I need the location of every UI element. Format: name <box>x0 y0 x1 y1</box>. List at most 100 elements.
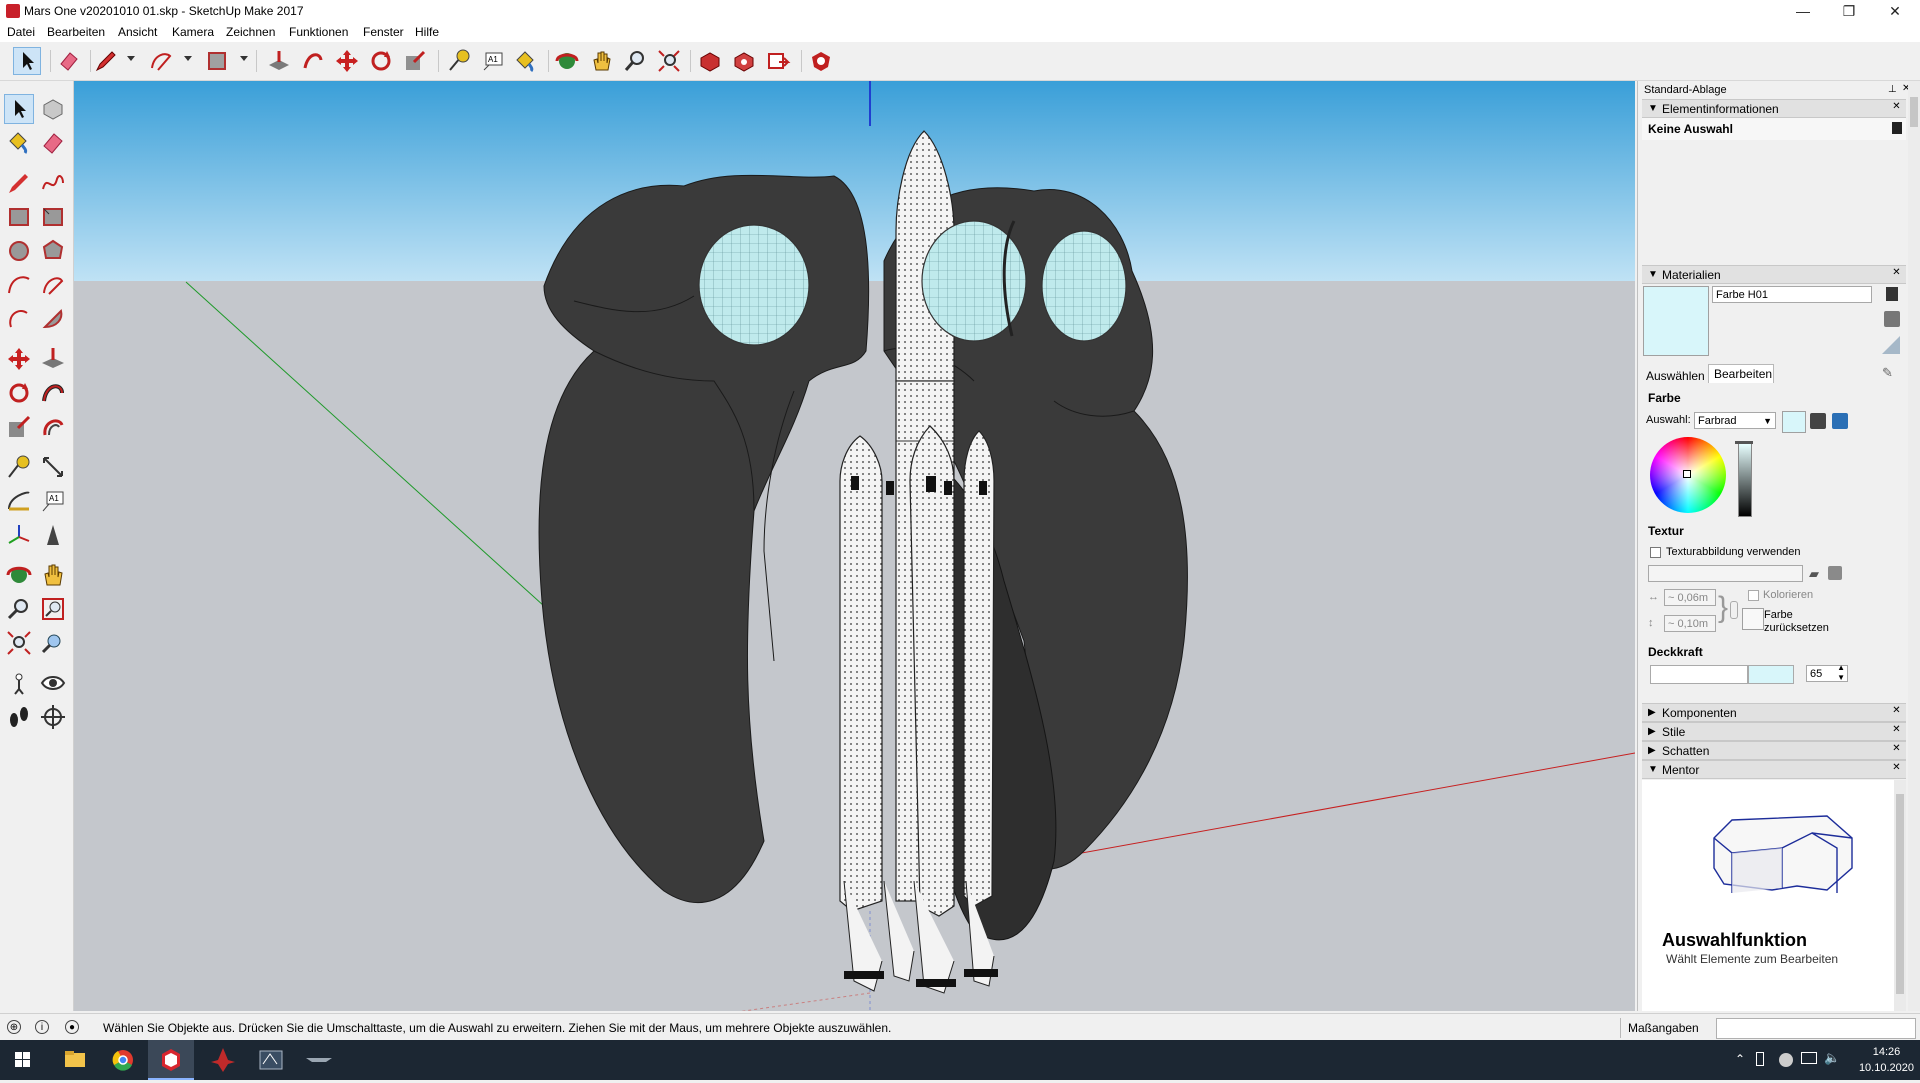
push-pull-icon[interactable] <box>39 345 67 373</box>
rectangle-icon[interactable] <box>204 48 230 74</box>
select-tool-icon[interactable] <box>13 47 41 75</box>
two-point-arc-icon[interactable] <box>39 271 67 299</box>
paint-bucket-icon[interactable] <box>5 129 33 157</box>
minimize-button[interactable]: — <box>1780 0 1826 22</box>
menu-funktionen[interactable]: Funktionen <box>289 25 348 39</box>
info-icon[interactable]: i <box>35 1020 49 1034</box>
mentor-scrollbar-thumb[interactable] <box>1896 794 1904 994</box>
panel-close-icon[interactable]: ✕ <box>1891 743 1902 754</box>
section-plane-icon[interactable] <box>39 703 67 731</box>
text-icon[interactable]: A1 <box>480 48 506 74</box>
push-pull-icon[interactable] <box>266 48 292 74</box>
position-camera-icon[interactable] <box>5 669 33 697</box>
spacecraft-app-icon[interactable] <box>200 1040 246 1080</box>
material-details-icon[interactable] <box>1886 287 1898 301</box>
zoom-window-icon[interactable] <box>39 595 67 623</box>
freehand-icon[interactable] <box>39 169 67 197</box>
menu-zeichnen[interactable]: Zeichnen <box>226 25 275 39</box>
line-dropdown-icon[interactable] <box>127 56 135 61</box>
scale-icon[interactable] <box>5 413 33 441</box>
axes-icon[interactable] <box>5 521 33 549</box>
select-icon[interactable] <box>4 94 34 124</box>
zoom-extents-icon[interactable] <box>5 629 33 657</box>
brightness-slider[interactable] <box>1738 443 1752 517</box>
scale-icon[interactable] <box>402 48 428 74</box>
protractor-icon[interactable] <box>5 487 33 515</box>
orbit-icon[interactable] <box>5 561 33 589</box>
menu-kamera[interactable]: Kamera <box>172 25 214 39</box>
app-tray-icon[interactable] <box>1779 1053 1793 1067</box>
pan-icon[interactable] <box>588 48 614 74</box>
arc-icon[interactable] <box>148 48 174 74</box>
pan-icon[interactable] <box>39 561 67 589</box>
polygon-icon[interactable] <box>39 237 67 265</box>
menu-hilfe[interactable]: Hilfe <box>415 25 439 39</box>
shadows-header[interactable]: ▶ Schatten ✕ <box>1642 741 1906 760</box>
chain-link-icon[interactable] <box>1730 601 1738 619</box>
rotated-rectangle-icon[interactable] <box>39 203 67 231</box>
rotate-icon[interactable] <box>368 48 394 74</box>
mentor-scrollbar[interactable] <box>1894 780 1906 1011</box>
3d-warehouse-icon[interactable] <box>697 48 723 74</box>
network-icon[interactable] <box>1801 1052 1817 1064</box>
chrome-icon[interactable] <box>100 1040 146 1080</box>
pin-icon[interactable]: ⊥ <box>1888 84 1897 95</box>
create-material-icon[interactable] <box>1884 311 1900 327</box>
offset-icon[interactable] <box>39 413 67 441</box>
tray-chevron-icon[interactable]: ⌃ <box>1735 1052 1745 1066</box>
components-header[interactable]: ▶ Komponenten ✕ <box>1642 703 1906 722</box>
model-viewport[interactable] <box>74 81 1635 1011</box>
dimension-icon[interactable] <box>39 453 67 481</box>
extension-warehouse-icon[interactable] <box>731 48 757 74</box>
tab-auswaehlen[interactable]: Auswählen <box>1646 369 1705 383</box>
send-to-layout-icon[interactable] <box>765 48 791 74</box>
orbit-icon[interactable] <box>554 48 580 74</box>
arc-icon[interactable] <box>5 271 33 299</box>
pie-icon[interactable] <box>39 305 67 333</box>
move-icon[interactable] <box>5 345 33 373</box>
spinner-arrows-icon[interactable]: ▲ ▼ <box>1837 663 1845 683</box>
taskbar-clock[interactable]: 14:26 10.10.2020 <box>1859 1044 1914 1076</box>
make-component-icon[interactable] <box>39 95 67 123</box>
usb-device-icon[interactable] <box>1756 1052 1764 1066</box>
match-model-color-icon[interactable] <box>1810 413 1826 429</box>
opacity-slider-track[interactable] <box>1650 665 1748 684</box>
zoom-extents-icon[interactable] <box>656 48 682 74</box>
styles-header[interactable]: ▶ Stile ✕ <box>1642 722 1906 741</box>
move-icon[interactable] <box>334 48 360 74</box>
pencil-icon[interactable] <box>93 48 119 74</box>
previous-view-icon[interactable] <box>39 629 67 657</box>
opacity-value-input[interactable]: 65 ▲ ▼ <box>1806 663 1848 683</box>
tray-scrollbar[interactable] <box>1908 81 1920 1011</box>
look-around-icon[interactable] <box>39 669 67 697</box>
menu-bearbeiten[interactable]: Bearbeiten <box>47 25 105 39</box>
close-button[interactable]: ✕ <box>1872 0 1918 22</box>
sample-paint-icon[interactable] <box>1882 336 1900 354</box>
panel-close-icon[interactable]: ✕ <box>1891 705 1902 716</box>
measurements-input[interactable] <box>1716 1018 1916 1039</box>
user-icon[interactable]: ● <box>65 1020 79 1034</box>
rotate-icon[interactable] <box>5 379 33 407</box>
texture-path-input[interactable] <box>1648 565 1803 582</box>
tab-bearbeiten[interactable]: Bearbeiten <box>1714 367 1772 381</box>
texture-width-input[interactable]: ~ 0,06m <box>1664 589 1716 606</box>
folder-icon[interactable]: ▰ <box>1809 566 1819 582</box>
menu-datei[interactable]: Datei <box>7 25 35 39</box>
3d-text-icon[interactable] <box>39 521 67 549</box>
walk-icon[interactable] <box>5 703 33 731</box>
entity-info-header[interactable]: ▼ Elementinformationen ✕ <box>1642 99 1906 118</box>
tape-measure-icon[interactable] <box>446 48 472 74</box>
use-texture-checkbox[interactable] <box>1650 547 1661 558</box>
extension-manager-icon[interactable] <box>808 48 834 74</box>
eraser-icon[interactable] <box>56 48 82 74</box>
arc-dropdown-icon[interactable] <box>184 56 192 61</box>
eraser-icon[interactable] <box>39 129 67 157</box>
menu-ansicht[interactable]: Ansicht <box>118 25 157 39</box>
reset-color-swatch[interactable] <box>1742 608 1764 630</box>
geo-location-icon[interactable]: ⊕ <box>7 1020 21 1034</box>
texture-height-input[interactable]: ~ 0,10m <box>1664 615 1716 632</box>
sketchup-taskbar-icon[interactable] <box>148 1040 194 1080</box>
circle-icon[interactable] <box>5 237 33 265</box>
rectangle-icon[interactable] <box>5 203 33 231</box>
panel-close-icon[interactable]: ✕ <box>1891 267 1902 278</box>
